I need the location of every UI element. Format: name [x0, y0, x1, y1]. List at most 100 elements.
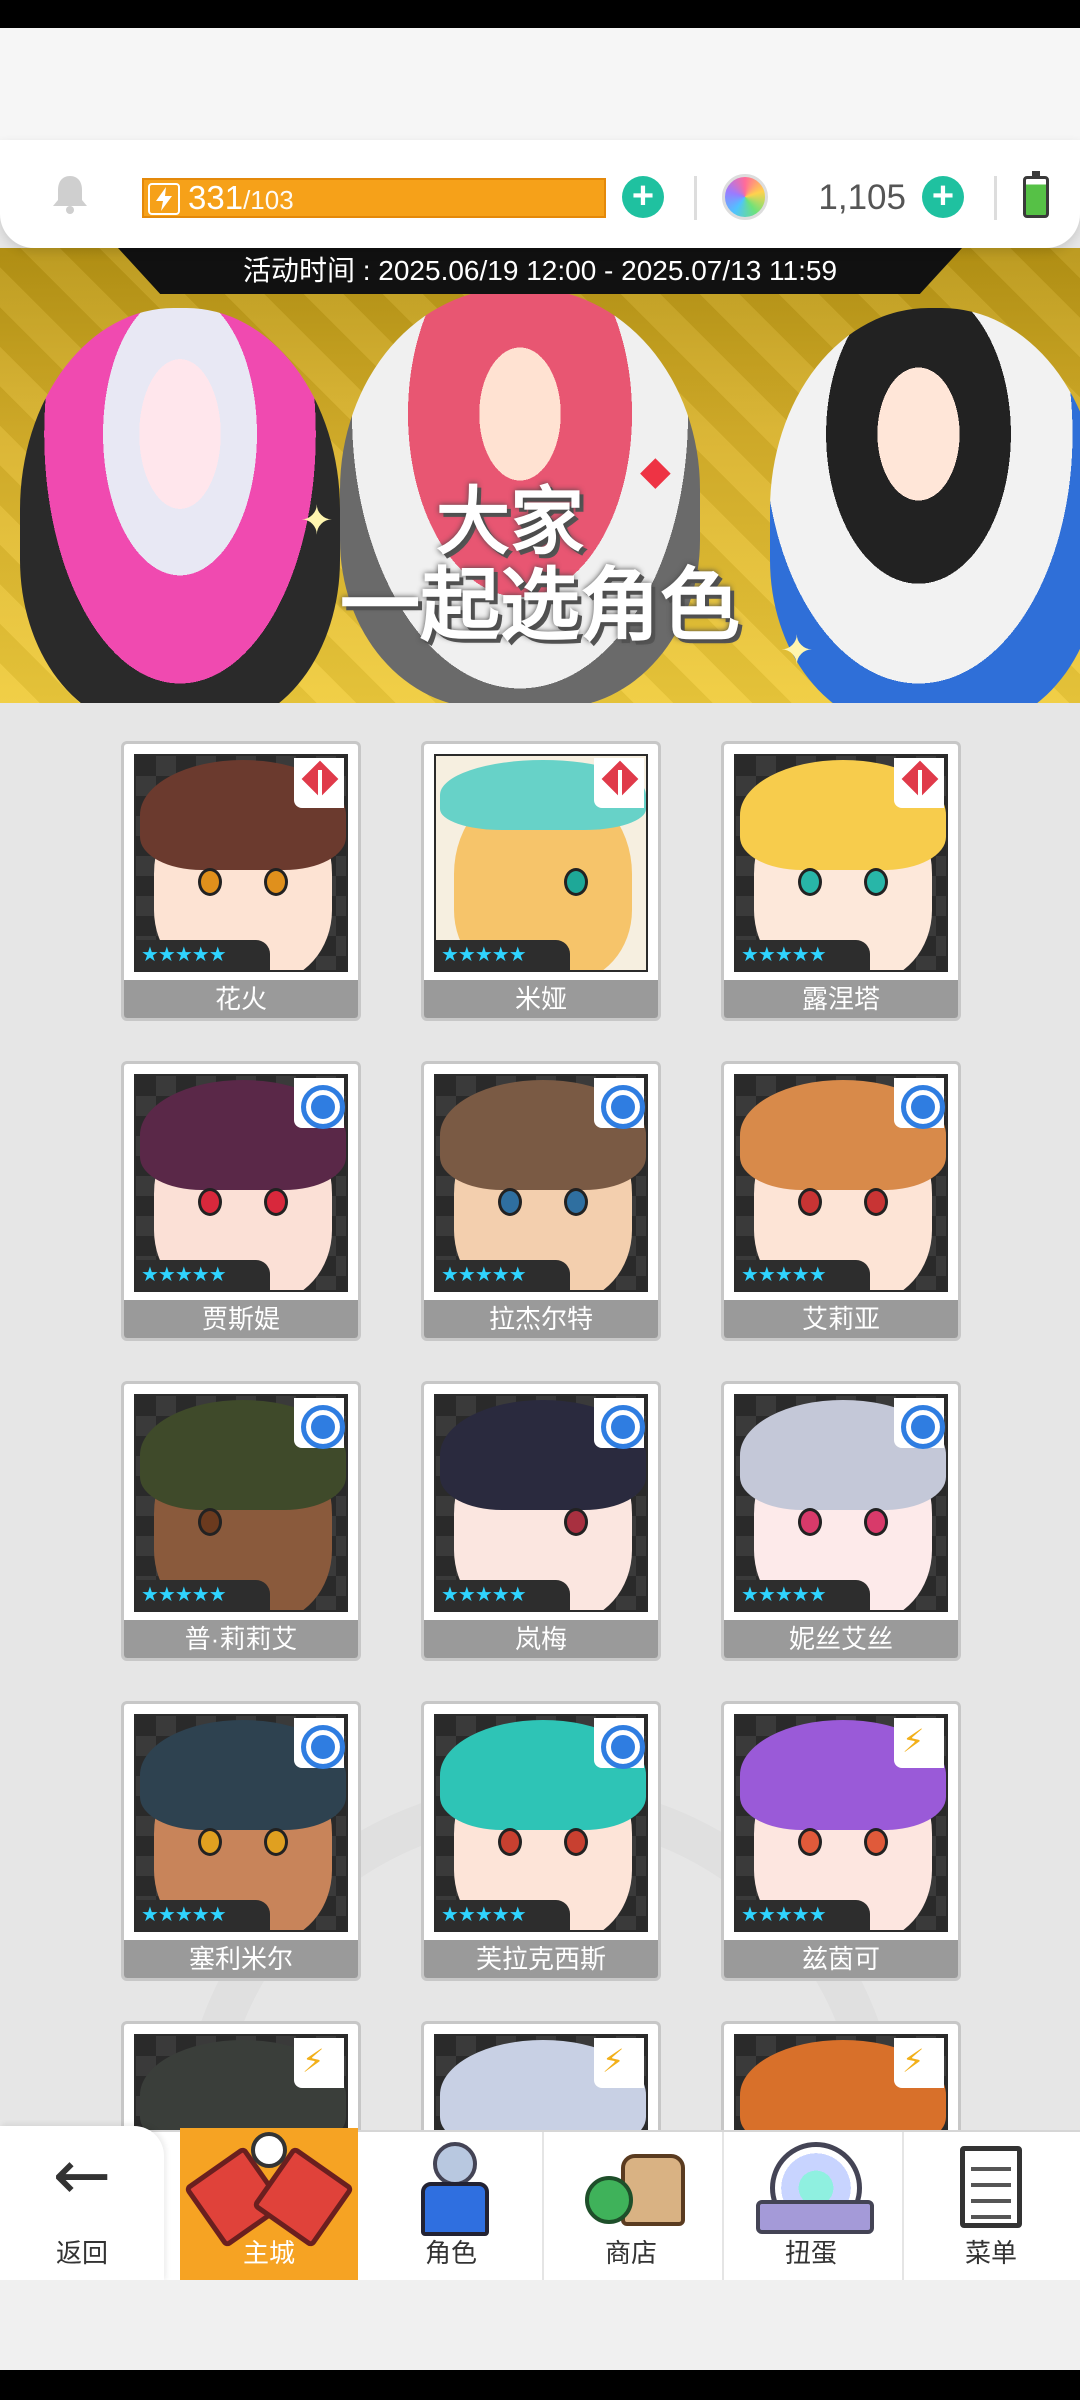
eye [798, 1828, 822, 1856]
character-portrait: ★★★★★ [434, 1074, 648, 1292]
character-card[interactable] [421, 2021, 661, 2130]
star-rating: ★★★★★ [736, 1260, 870, 1290]
character-card[interactable]: ★★★★★ 岚梅 [421, 1381, 661, 1661]
eye [798, 1508, 822, 1536]
add-gems-button[interactable]: + [922, 176, 964, 218]
nav-label: 角色 [424, 2238, 477, 2268]
bolt-icon [894, 1718, 944, 1768]
character-portrait: ★★★★★ [134, 1074, 348, 1292]
character-name: 普·莉莉艾 [124, 1620, 358, 1658]
star-rating: ★★★★★ [136, 1900, 270, 1930]
resource-bar: 331/103 + 1,105 + [0, 140, 1080, 248]
character-card[interactable]: ★★★★★ 拉杰尔特 [421, 1061, 661, 1341]
character-portrait: ★★★★★ [434, 1714, 648, 1932]
add-energy-button[interactable]: + [622, 176, 664, 218]
character-name: 塞利米尔 [124, 1940, 358, 1978]
shop-icon [581, 2148, 685, 2228]
character-card[interactable]: ★★★★★ 贾斯媞 [121, 1061, 361, 1341]
star-rating: ★★★★★ [436, 1260, 570, 1290]
star-rating: ★★★★★ [436, 1580, 570, 1610]
character-name: 兹茵可 [724, 1940, 958, 1978]
menu-icon [960, 2146, 1022, 2228]
character-card[interactable]: ★★★★★ 花火 [121, 741, 361, 1021]
eye [864, 1508, 888, 1536]
character-card[interactable]: ★★★★★ 芙拉克西斯 [421, 1701, 661, 1981]
character-card[interactable] [121, 2021, 361, 2130]
eye [564, 1828, 588, 1856]
character-portrait: ★★★★★ [434, 1394, 648, 1612]
eye [498, 1828, 522, 1856]
event-banner[interactable]: 活动时间 : 2025.06/19 12:00 - 2025.07/13 11:… [0, 248, 1080, 703]
eye [264, 1828, 288, 1856]
bell-icon[interactable] [48, 172, 92, 216]
character-card[interactable]: ★★★★★ 塞利米尔 [121, 1701, 361, 1981]
energy-value: 331/103 [188, 180, 294, 216]
banner-title-line2: 一起选角色 [340, 561, 740, 650]
character-portrait: ★★★★★ [734, 1394, 948, 1612]
character-card[interactable]: ★★★★★ 露涅塔 [721, 741, 961, 1021]
banner-title: 大家 一起选角色 [300, 480, 780, 648]
eye [198, 1828, 222, 1856]
star-rating: ★★★★★ [436, 940, 570, 970]
character-portrait [434, 2034, 648, 2130]
circle-icon [894, 1398, 945, 1449]
character-name: 花火 [124, 980, 358, 1018]
diamond-icon [294, 758, 344, 808]
eye [864, 1828, 888, 1856]
nav-label: 主城 [242, 2238, 295, 2268]
character-name: 岚梅 [424, 1620, 658, 1658]
event-period: 活动时间 : 2025.06/19 12:00 - 2025.07/13 11:… [118, 248, 962, 294]
energy-max: /103 [243, 185, 294, 215]
star-rating: ★★★★★ [736, 940, 870, 970]
character-card[interactable]: ★★★★★ 普·莉莉艾 [121, 1381, 361, 1661]
tab-shop[interactable]: 商店 [542, 2132, 720, 2282]
main-city-icon [194, 2132, 344, 2220]
character-portrait: ★★★★★ [734, 1714, 948, 1932]
character-name: 拉杰尔特 [424, 1300, 658, 1338]
eye [198, 1508, 222, 1536]
character-card[interactable]: ★★★★★ 兹茵可 [721, 1701, 961, 1981]
nav-label: 商店 [604, 2238, 657, 2268]
character-portrait: ★★★★★ [134, 754, 348, 972]
gem-count: 1,105 [818, 178, 906, 217]
circle-icon [594, 1398, 645, 1449]
character-portrait [734, 2034, 948, 2130]
eye [198, 1188, 222, 1216]
character-card[interactable]: ★★★★★ 妮丝艾丝 [721, 1381, 961, 1661]
circle-icon [294, 1398, 345, 1449]
circle-icon [594, 1718, 645, 1769]
system-status-bar [0, 0, 1080, 28]
character-card[interactable]: ★★★★★ 米娅 [421, 741, 661, 1021]
eye [798, 1188, 822, 1216]
character-portrait: ★★★★★ [434, 754, 648, 972]
character-card[interactable] [721, 2021, 961, 2130]
tab-gacha[interactable]: 扭蛋 [722, 2132, 900, 2282]
circle-icon [894, 1078, 945, 1129]
eye [798, 868, 822, 896]
circle-icon [594, 1078, 645, 1129]
diamond-icon [594, 758, 644, 808]
tab-main-city[interactable]: 主城 [180, 2128, 358, 2282]
eye [864, 868, 888, 896]
character-card[interactable]: ★★★★★ 艾莉亚 [721, 1061, 961, 1341]
eye [264, 868, 288, 896]
character-icon [421, 2142, 489, 2236]
bolt-icon [148, 183, 180, 215]
nav-label: 菜单 [964, 2238, 1017, 2268]
sparkle-icon: ✦ [780, 629, 814, 673]
tab-character[interactable]: 角色 [362, 2132, 540, 2282]
tab-menu[interactable]: 菜单 [902, 2132, 1080, 2282]
character-portrait: ★★★★★ [734, 754, 948, 972]
gacha-icon [756, 2142, 874, 2234]
star-rating: ★★★★★ [136, 1260, 270, 1290]
star-rating: ★★★★★ [736, 1580, 870, 1610]
circle-icon [294, 1718, 345, 1769]
eye [264, 1188, 288, 1216]
back-button[interactable]: ← 返回 [0, 2126, 164, 2282]
character-grid: ★★★★★ 花火 ★★★★★ 米娅 ★★★★★ 露涅塔 ★★★★★ 贾斯媞 ★★… [0, 703, 1080, 2130]
energy-bar: 331/103 [142, 178, 606, 218]
eye [498, 1188, 522, 1216]
bolt-icon [894, 2038, 944, 2088]
bolt-icon [294, 2038, 344, 2088]
energy-current: 331 [188, 179, 244, 216]
